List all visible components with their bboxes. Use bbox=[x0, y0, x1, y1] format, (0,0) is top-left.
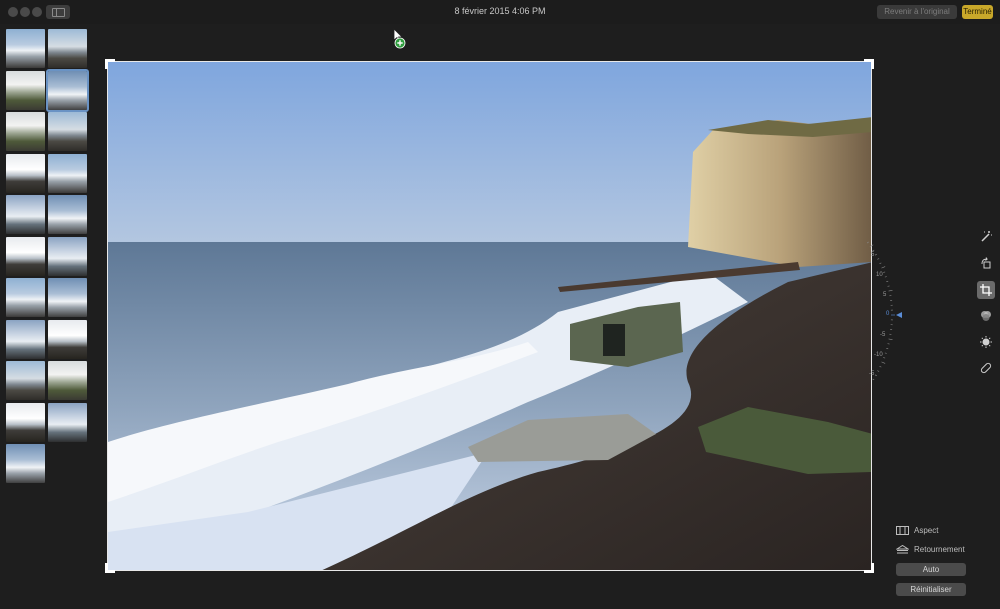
dial-tick bbox=[884, 276, 887, 278]
dial-tick bbox=[874, 374, 877, 377]
bandage-icon bbox=[980, 362, 992, 374]
dial-label: -5 bbox=[880, 332, 886, 338]
photo-thumbnail[interactable] bbox=[48, 153, 87, 193]
rotate-tool-button[interactable] bbox=[977, 254, 995, 272]
dial-tick bbox=[888, 289, 893, 292]
photo-thumbnail[interactable] bbox=[46, 68, 89, 112]
title-bar: 8 février 2015 4:06 PM Revenir à l'origi… bbox=[0, 0, 1000, 24]
flip-label: Retournement bbox=[914, 545, 965, 554]
crop-tool-button[interactable] bbox=[977, 281, 995, 299]
photo-thumbnail[interactable] bbox=[6, 29, 45, 68]
photo-thumbnail[interactable] bbox=[48, 195, 87, 234]
flip-icon bbox=[896, 545, 909, 554]
photo-thumbnail[interactable] bbox=[6, 361, 45, 400]
revert-to-original-button[interactable]: Revenir à l'original bbox=[877, 5, 957, 19]
filters-tool-button[interactable] bbox=[977, 307, 995, 325]
photo-thumbnail[interactable] bbox=[48, 236, 87, 276]
aspect-icon bbox=[896, 526, 909, 535]
straighten-dial[interactable] bbox=[858, 240, 908, 380]
dial-tick bbox=[886, 280, 889, 283]
dial-tick bbox=[886, 347, 889, 350]
photo-thumbnail[interactable] bbox=[6, 278, 45, 317]
done-button[interactable]: Terminé bbox=[962, 5, 993, 19]
dial-tick bbox=[874, 253, 877, 256]
photo-thumbnail[interactable] bbox=[6, 195, 45, 234]
dial-tick bbox=[879, 366, 882, 368]
dial-label: 5 bbox=[871, 252, 875, 258]
reset-button[interactable]: Réinitialiser bbox=[896, 583, 966, 596]
dial-label: 10 bbox=[876, 272, 883, 278]
photo-canvas[interactable] bbox=[107, 61, 872, 571]
photo-thumbnail[interactable] bbox=[6, 153, 45, 193]
crop-handle-bottom-left[interactable] bbox=[105, 563, 115, 573]
aspect-label: Aspect bbox=[914, 526, 939, 535]
retouch-tool-button[interactable] bbox=[977, 359, 995, 377]
photo-thumbnail[interactable] bbox=[48, 319, 87, 359]
dial-tick bbox=[888, 338, 893, 341]
dial-tick bbox=[869, 244, 874, 248]
crop-handle-bottom-right[interactable] bbox=[864, 563, 874, 573]
dial-tick bbox=[883, 271, 886, 273]
photo-thumbnail[interactable] bbox=[48, 29, 87, 68]
dial-tick bbox=[879, 262, 882, 264]
photo-thumbnail[interactable] bbox=[48, 402, 87, 442]
dial-tick bbox=[877, 258, 880, 260]
thumbnail-strip[interactable] bbox=[6, 29, 89, 489]
dial-tick bbox=[884, 352, 887, 354]
dial-label: -5 bbox=[869, 371, 875, 377]
dial-label: 5 bbox=[883, 292, 887, 298]
photo-thumbnail[interactable] bbox=[6, 319, 45, 359]
photo-thumbnail[interactable] bbox=[6, 70, 45, 110]
photo-thumbnail[interactable] bbox=[48, 278, 87, 317]
cursor-copy-icon bbox=[393, 28, 406, 49]
filters-icon bbox=[981, 311, 991, 321]
beach-photo bbox=[108, 62, 871, 570]
flip-option[interactable]: Retournement bbox=[896, 545, 965, 554]
adjust-icon bbox=[980, 336, 992, 348]
window-title: 8 février 2015 4:06 PM bbox=[454, 6, 546, 16]
dial-tick bbox=[872, 378, 875, 380]
photo-thumbnail[interactable] bbox=[48, 361, 87, 400]
photo-thumbnail[interactable] bbox=[6, 444, 45, 483]
photo-thumbnail[interactable] bbox=[6, 236, 45, 276]
crop-handle-top-right[interactable] bbox=[864, 59, 874, 69]
dial-tick bbox=[883, 357, 886, 359]
dial-tick bbox=[866, 241, 869, 244]
photo-thumbnail[interactable] bbox=[6, 112, 45, 151]
auto-button[interactable]: Auto bbox=[896, 563, 966, 576]
photo-thumbnail[interactable] bbox=[6, 402, 45, 442]
enhance-tool-button[interactable] bbox=[977, 228, 995, 246]
dial-tick bbox=[877, 370, 880, 372]
crop-icon bbox=[980, 284, 992, 296]
adjust-tool-button[interactable] bbox=[977, 333, 995, 351]
dial-tick bbox=[881, 266, 886, 269]
dial-tick bbox=[872, 249, 875, 252]
dial-zero-label: 0 bbox=[886, 311, 890, 317]
crop-handle-top-left[interactable] bbox=[105, 59, 115, 69]
photo-thumbnail[interactable] bbox=[48, 112, 87, 151]
rotate-icon bbox=[981, 257, 991, 269]
aspect-option[interactable]: Aspect bbox=[896, 526, 938, 535]
magic-wand-icon bbox=[981, 231, 992, 242]
dial-label: -10 bbox=[874, 352, 883, 358]
dial-pointer-icon bbox=[896, 312, 902, 318]
dial-tick bbox=[881, 361, 886, 364]
